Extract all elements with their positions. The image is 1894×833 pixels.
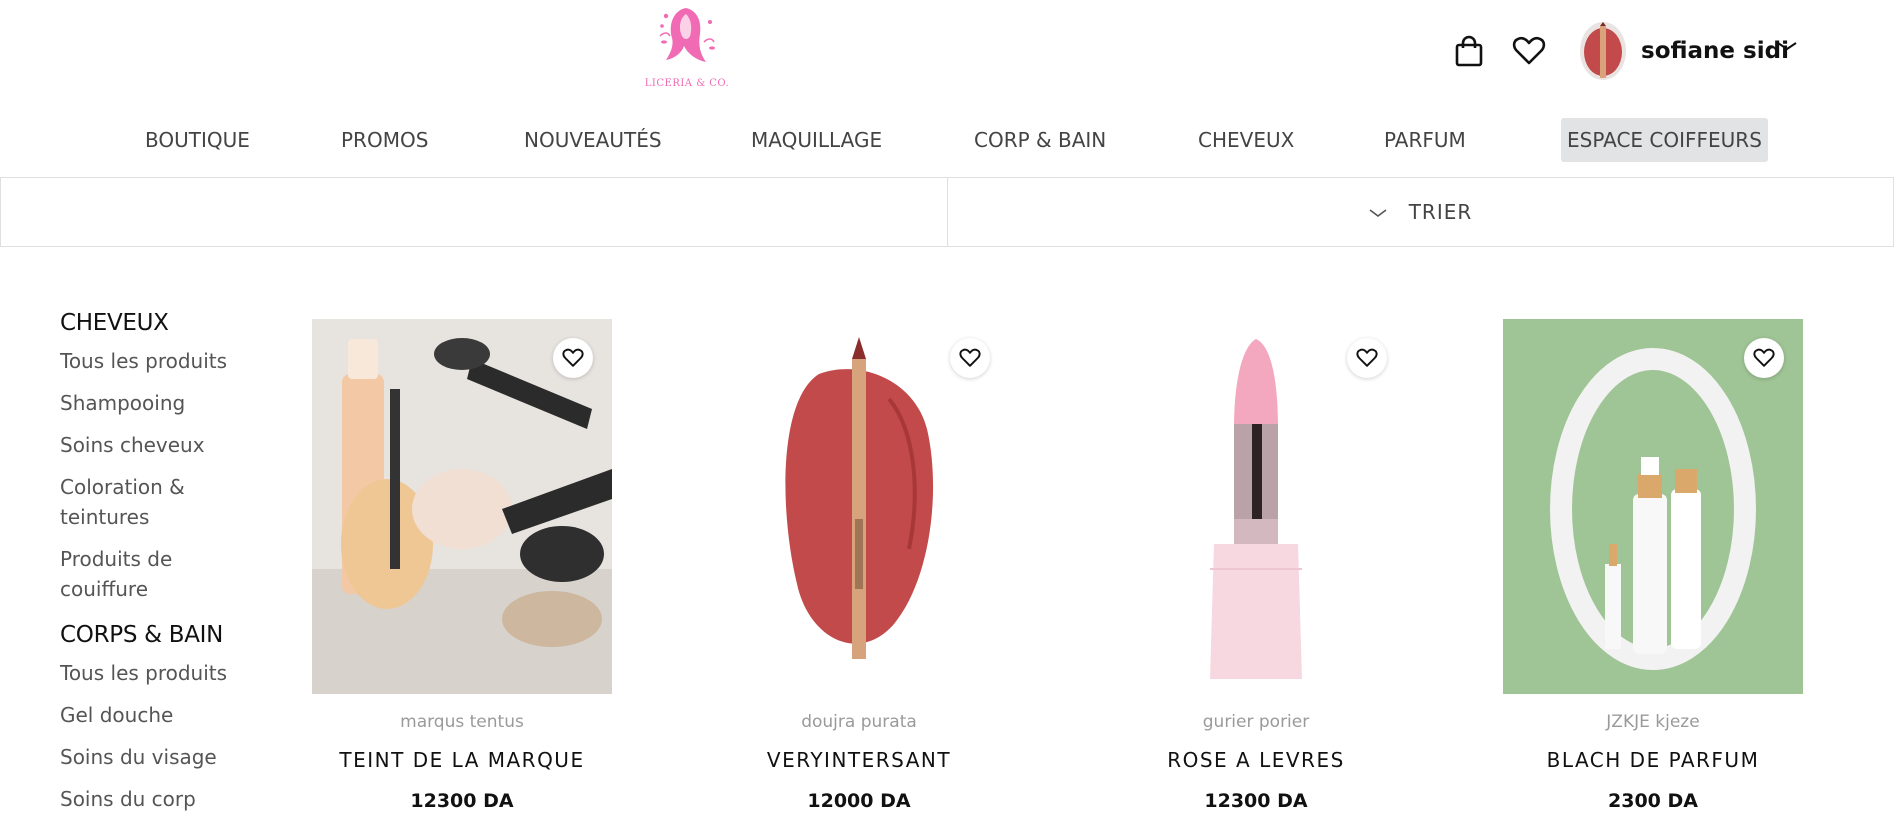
nav-item-maquillage[interactable]: MAQUILLAGE bbox=[751, 118, 882, 162]
sidebar-item[interactable]: Soins cheveux bbox=[60, 430, 260, 460]
product-price: 12300 DA bbox=[1204, 790, 1308, 812]
logo-woman-silhouette-icon bbox=[659, 8, 715, 62]
wishlist-toggle[interactable] bbox=[950, 338, 990, 378]
nav-item-cheveux[interactable]: CHEVEUX bbox=[1198, 118, 1294, 162]
main-nav: BOUTIQUE PROMOS NOUVEAUTÉS MAQUILLAGE CO… bbox=[0, 118, 1894, 162]
sidebar-section-title[interactable]: CORPS & BAIN bbox=[60, 622, 260, 648]
product-image[interactable] bbox=[1503, 319, 1803, 694]
heart-icon bbox=[959, 348, 981, 367]
product-price: 2300 DA bbox=[1608, 790, 1698, 812]
product-card[interactable]: doujra purata VERYINTERSANT 12000 DA bbox=[709, 319, 1009, 812]
nav-item-espace-coiffeurs[interactable]: ESPACE COIFFEURS bbox=[1561, 118, 1768, 162]
sidebar-section-corps-bain: CORPS & BAIN Tous les produits Gel douch… bbox=[60, 622, 260, 814]
sidebar-section-cheveux: CHEVEUX Tous les produits Shampooing Soi… bbox=[60, 310, 260, 604]
cart-button[interactable] bbox=[1446, 28, 1492, 74]
avatar[interactable] bbox=[1580, 22, 1626, 80]
nav-item-boutique[interactable]: BOUTIQUE bbox=[145, 118, 250, 162]
heart-icon bbox=[1356, 348, 1378, 367]
logo[interactable]: LICERIA & CO. bbox=[645, 2, 729, 90]
nav-item-corp-bain[interactable]: CORP & BAIN bbox=[974, 118, 1106, 162]
product-card[interactable]: JZKJE kjeze BLACH DE PARFUM 2300 DA bbox=[1503, 319, 1803, 812]
product-image[interactable] bbox=[312, 319, 612, 694]
product-name[interactable]: TEINT DE LA MARQUE bbox=[312, 748, 612, 772]
sidebar-item[interactable]: Produits de couiffure bbox=[60, 544, 260, 604]
product-brand: doujra purata bbox=[801, 712, 917, 732]
heart-icon bbox=[1753, 348, 1775, 367]
category-sidebar: CHEVEUX Tous les produits Shampooing Soi… bbox=[60, 310, 260, 826]
nav-item-promos[interactable]: PROMOS bbox=[341, 118, 428, 162]
filter-panel[interactable] bbox=[0, 178, 948, 246]
filter-bar: TRIER bbox=[0, 177, 1894, 247]
chevron-down-icon bbox=[1369, 202, 1387, 223]
product-name[interactable]: ROSE A LEVRES bbox=[1106, 748, 1406, 772]
product-brand: marqus tentus bbox=[400, 712, 524, 732]
user-menu-chevron-icon[interactable] bbox=[1776, 34, 1798, 58]
wishlist-toggle[interactable] bbox=[553, 338, 593, 378]
product-brand: JZKJE kjeze bbox=[1606, 712, 1700, 732]
heart-icon bbox=[562, 348, 584, 367]
sidebar-item[interactable]: Tous les produits bbox=[60, 346, 260, 376]
product-name[interactable]: BLACH DE PARFUM bbox=[1503, 748, 1803, 772]
product-card[interactable]: gurier porier ROSE A LEVRES 12300 DA bbox=[1106, 319, 1406, 812]
nav-item-parfum[interactable]: PARFUM bbox=[1384, 118, 1466, 162]
product-brand: gurier porier bbox=[1202, 712, 1310, 732]
product-name[interactable]: VERYINTERSANT bbox=[709, 748, 1009, 772]
wishlist-button[interactable] bbox=[1506, 28, 1552, 74]
sidebar-item[interactable]: Soins du corp bbox=[60, 784, 260, 814]
product-card[interactable]: marqus tentus TEINT DE LA MARQUE 12300 D… bbox=[312, 319, 612, 812]
sidebar-item[interactable]: Gel douche bbox=[60, 700, 260, 730]
product-image[interactable] bbox=[709, 319, 1009, 694]
product-price: 12000 DA bbox=[807, 790, 911, 812]
product-price: 12300 DA bbox=[410, 790, 514, 812]
wishlist-toggle[interactable] bbox=[1744, 338, 1784, 378]
logo-text: LICERIA & CO. bbox=[644, 78, 730, 89]
user-name[interactable]: sofiane sidi bbox=[1641, 38, 1789, 64]
wishlist-toggle[interactable] bbox=[1347, 338, 1387, 378]
nav-item-nouveautes[interactable]: NOUVEAUTÉS bbox=[524, 118, 662, 162]
sidebar-section-title[interactable]: CHEVEUX bbox=[60, 310, 260, 336]
sort-label: TRIER bbox=[1408, 200, 1473, 224]
sidebar-item[interactable]: Soins du visage bbox=[60, 742, 260, 772]
sidebar-item[interactable]: Shampooing bbox=[60, 388, 260, 418]
product-image[interactable] bbox=[1106, 319, 1406, 694]
sidebar-item[interactable]: Coloration & teintures bbox=[60, 472, 260, 532]
shopping-bag-icon bbox=[1455, 35, 1483, 67]
sidebar-item[interactable]: Tous les produits bbox=[60, 658, 260, 688]
heart-icon bbox=[1512, 36, 1546, 65]
sort-button[interactable]: TRIER bbox=[948, 178, 1894, 246]
